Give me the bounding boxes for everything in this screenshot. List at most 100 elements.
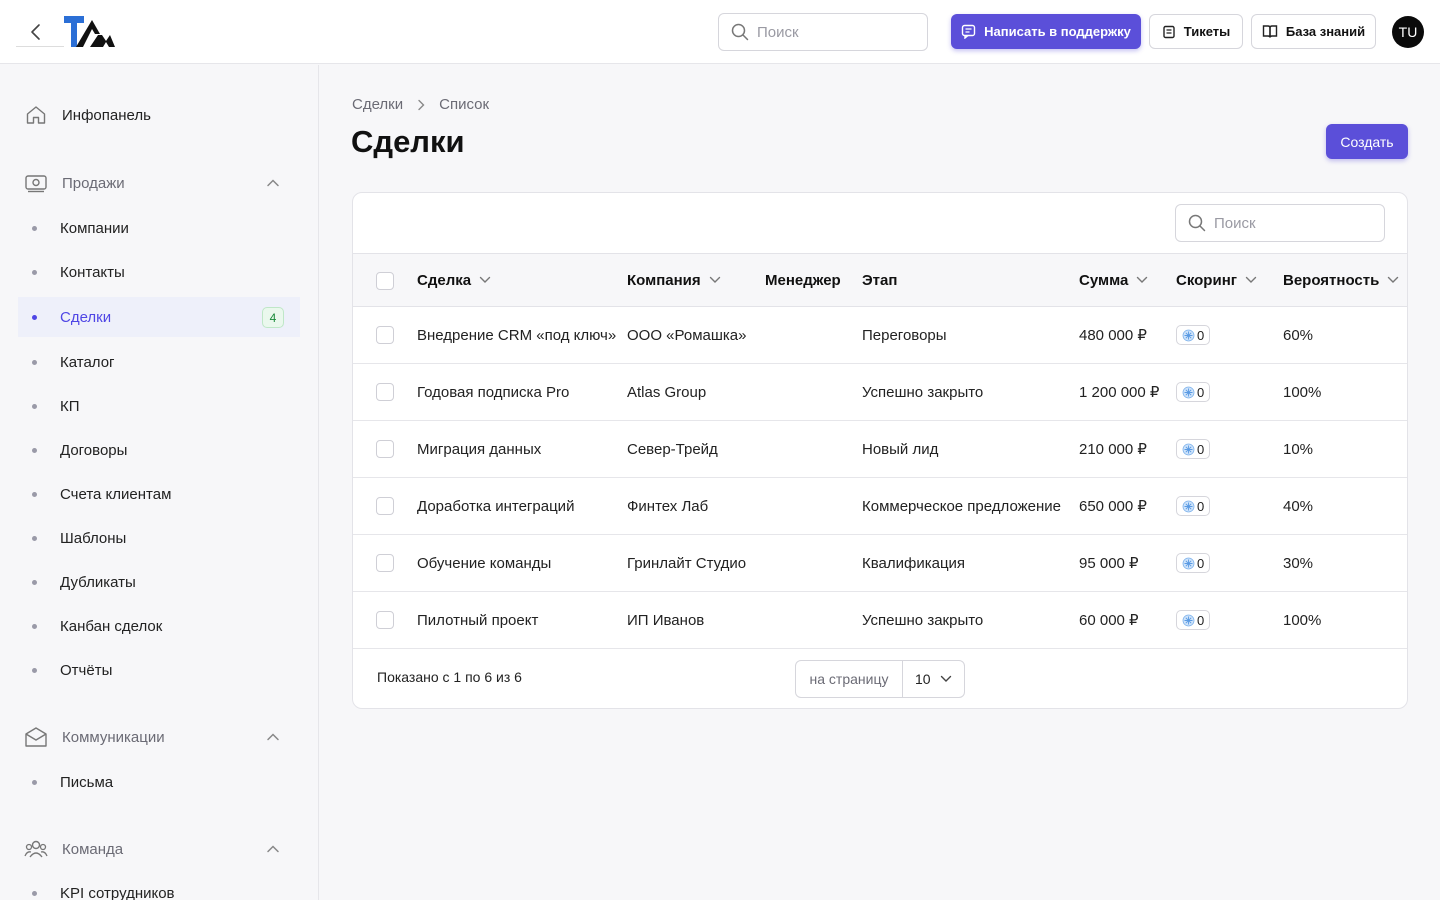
bullet-dot: [32, 314, 37, 320]
table-row[interactable]: Пилотный проект ИП Иванов Успешно закрыто 6…: [353, 592, 1407, 649]
sidebar-section-team[interactable]: Команда: [24, 837, 123, 861]
breadcrumb-current: Список: [439, 96, 490, 113]
ai-score-icon: [1182, 500, 1195, 512]
table-search[interactable]: [1175, 204, 1385, 242]
brand-logo[interactable]: [62, 14, 118, 50]
per-page-select[interactable]: 10: [903, 661, 964, 697]
back-button[interactable]: [22, 18, 50, 46]
row-checkbox[interactable]: [376, 440, 394, 458]
cell-company: ООО «Ромашка»: [627, 326, 747, 344]
ai-score-icon: [1182, 443, 1195, 455]
cell-deal[interactable]: Доработка интеграций: [417, 478, 574, 534]
sidebar-item-proposals[interactable]: КП: [32, 386, 300, 426]
sidebar-item-invoices[interactable]: Счета клиентам: [32, 474, 300, 514]
chevron-up-icon[interactable]: [266, 842, 280, 856]
cell-amount: 60 000 ₽: [1079, 612, 1139, 629]
sidebar-item-kpi[interactable]: KPI сотрудников: [32, 873, 300, 900]
column-deal-label: Сделка: [417, 271, 472, 289]
column-company[interactable]: Компания: [627, 254, 721, 306]
sidebar-item-contracts[interactable]: Договоры: [32, 430, 300, 470]
table-row[interactable]: Внедрение CRM «под ключ» ООО «Ромашка» Пер…: [353, 307, 1407, 364]
score-chip[interactable]: 0: [1176, 553, 1211, 573]
chevron-down-icon: [479, 276, 491, 283]
deals-table-card: Сделка Компания Менеджер Этап Сумма Скор…: [352, 192, 1408, 709]
per-page-label: на страницу: [796, 661, 903, 697]
row-checkbox[interactable]: [376, 554, 394, 572]
score-chip[interactable]: 0: [1176, 496, 1211, 516]
cell-amount: 210 000 ₽: [1079, 441, 1147, 458]
cell-deal[interactable]: Миграция данных: [417, 421, 541, 477]
cell-amount: 1 200 000 ₽: [1079, 384, 1160, 401]
score-chip[interactable]: 0: [1176, 439, 1211, 459]
cell-company: Гринлайт Студио: [627, 554, 747, 572]
score-chip[interactable]: 0: [1176, 325, 1211, 345]
row-checkbox[interactable]: [376, 497, 394, 515]
sidebar-item-templates[interactable]: Шаблоны: [32, 518, 300, 558]
cell-probability: 60%: [1283, 326, 1314, 344]
sidebar-section-sales[interactable]: Продажи: [24, 171, 125, 195]
column-amount[interactable]: Сумма: [1079, 254, 1148, 306]
column-amount-label: Сумма: [1079, 271, 1129, 289]
cell-stage: Успешно закрыто: [862, 611, 984, 629]
bullet-dot: [32, 579, 37, 585]
table-row[interactable]: Обучение команды Гринлайт Студио Квалифика…: [353, 535, 1407, 592]
chevron-left-icon: [31, 24, 40, 40]
header-search-input[interactable]: [757, 23, 907, 41]
tickets-button[interactable]: Тикеты: [1149, 14, 1243, 49]
score-value: 0: [1197, 441, 1205, 457]
cell-scoring: 0: [1176, 592, 1211, 648]
create-button[interactable]: Создать: [1326, 124, 1408, 159]
row-checkbox[interactable]: [376, 326, 394, 344]
sidebar-section-sales-label: Продажи: [62, 174, 125, 192]
cell-deal[interactable]: Пилотный проект: [417, 592, 538, 648]
users-icon: [24, 837, 48, 861]
sidebar-item-duplicates[interactable]: Дубликаты: [32, 562, 300, 602]
select-all-checkbox[interactable]: [376, 272, 394, 290]
cell-amount: 650 000 ₽: [1079, 498, 1147, 515]
cell-deal[interactable]: Внедрение CRM «под ключ»: [417, 307, 616, 363]
sidebar-item-kanban[interactable]: Канбан сделок: [32, 606, 300, 646]
sidebar-item-contacts[interactable]: Контакты: [32, 252, 300, 292]
user-avatar[interactable]: TU: [1392, 16, 1424, 48]
row-checkbox[interactable]: [376, 611, 394, 629]
table-row[interactable]: Доработка интеграций Финтех Лаб Коммерческ…: [353, 478, 1407, 535]
chevron-right-icon: [418, 99, 425, 110]
table-search-input[interactable]: [1214, 214, 1364, 232]
header-search[interactable]: [718, 13, 928, 51]
sidebar-item-catalog[interactable]: Каталог: [32, 342, 300, 382]
cell-deal[interactable]: Обучение команды: [417, 535, 551, 591]
home-icon: [24, 103, 48, 127]
cash-icon: [24, 171, 48, 195]
score-chip[interactable]: 0: [1176, 610, 1211, 630]
chevron-up-icon[interactable]: [266, 730, 280, 744]
bullet-dot: [32, 225, 37, 231]
sidebar-item-dashboard[interactable]: Инфопанель: [24, 103, 151, 127]
bullet-dot: [32, 623, 37, 629]
sidebar-item-reports[interactable]: Отчёты: [32, 650, 300, 690]
sidebar-section-communications[interactable]: Коммуникации: [24, 725, 165, 749]
chevron-up-icon[interactable]: [266, 176, 280, 190]
sidebar-item-companies[interactable]: Компании: [32, 208, 300, 248]
breadcrumb: Сделки Список: [352, 96, 489, 113]
cell-scoring: 0: [1176, 307, 1211, 363]
table-row[interactable]: Миграция данных Север-Трейд Новый лид 210 0…: [353, 421, 1407, 478]
row-checkbox[interactable]: [376, 383, 394, 401]
column-deal[interactable]: Сделка: [417, 254, 491, 306]
table-row[interactable]: Годовая подписка Pro Atlas Group Успешно з…: [353, 364, 1407, 421]
cell-deal[interactable]: Годовая подписка Pro: [417, 364, 569, 420]
breadcrumb-root[interactable]: Сделки: [352, 96, 403, 113]
score-chip[interactable]: 0: [1176, 382, 1211, 402]
support-button[interactable]: Написать в поддержку: [951, 14, 1141, 49]
cell-probability: 100%: [1283, 383, 1322, 401]
column-probability[interactable]: Вероятность: [1283, 254, 1399, 306]
column-scoring[interactable]: Скоринг: [1176, 254, 1257, 306]
chevron-down-icon: [1388, 276, 1399, 283]
knowledge-base-button[interactable]: База знаний: [1251, 14, 1376, 49]
sidebar-item-deals[interactable]: Сделки 4: [18, 297, 300, 337]
cell-scoring: 0: [1176, 478, 1211, 534]
sidebar-item-label: Канбан сделок: [60, 617, 163, 635]
sidebar-section-team-label: Команда: [62, 840, 124, 858]
column-stage-label: Этап: [862, 271, 898, 289]
chevron-down-icon: [1245, 276, 1257, 283]
sidebar-item-letters[interactable]: Письма: [32, 762, 300, 802]
